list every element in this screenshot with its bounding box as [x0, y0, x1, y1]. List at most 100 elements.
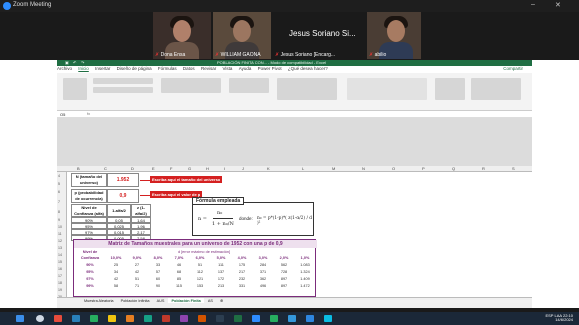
row-number[interactable]: 10 [58, 225, 62, 229]
matrix-cell[interactable]: 121 [190, 276, 210, 283]
folder-icon[interactable] [108, 315, 116, 322]
number-format-group[interactable] [229, 78, 269, 93]
col-header[interactable]: D [131, 166, 134, 171]
matrix-cell[interactable]: 213 [211, 283, 231, 290]
participant-tile[interactable]: ✗ abilio [367, 12, 421, 59]
col-header[interactable]: Q [452, 166, 455, 171]
tab-revisar[interactable]: Revisar [201, 66, 216, 71]
tab-formulas[interactable]: Fórmulas [158, 66, 177, 71]
row-number[interactable]: 9 [58, 218, 60, 222]
col-header[interactable]: I [224, 166, 225, 171]
matrix-cell[interactable]: 1.472 [295, 283, 315, 290]
font-select[interactable] [93, 78, 153, 84]
tab-ayuda[interactable]: Ayuda [239, 66, 252, 71]
styles-group[interactable] [277, 78, 337, 100]
row-number[interactable]: 19 [58, 288, 62, 292]
col-header[interactable]: S [512, 166, 515, 171]
row-number[interactable]: 15 [58, 260, 62, 264]
col-header[interactable]: O [392, 166, 395, 171]
matrix-cell[interactable]: 728 [274, 269, 294, 276]
redo-icon[interactable]: ↷ [81, 60, 84, 65]
matrix-cell[interactable]: 897 [274, 283, 294, 290]
participant-tile[interactable]: Jesus Soriano Si... ✗ Jesus Soriano [Enc… [273, 12, 365, 59]
matrix-cell[interactable]: 90 [148, 283, 168, 290]
tell-me-search[interactable]: ¿Qué desea hacer? [288, 66, 328, 71]
app-icon[interactable] [72, 315, 80, 322]
app-icon[interactable] [180, 315, 188, 322]
app-icon[interactable] [306, 315, 314, 322]
matrix-cell[interactable]: 42 [106, 276, 126, 283]
matrix-cell[interactable]: 362 [253, 276, 273, 283]
alignment-group[interactable] [161, 78, 221, 93]
matrix-cell[interactable]: 68 [169, 269, 189, 276]
matrix-cell[interactable]: 153 [190, 283, 210, 290]
matrix-cell[interactable]: 137 [211, 269, 231, 276]
col-header[interactable]: H [206, 166, 209, 171]
matrix-cell[interactable]: 51 [190, 262, 210, 269]
row-number[interactable]: 13 [58, 246, 62, 250]
matrix-cell[interactable]: 27 [127, 262, 147, 269]
share-button[interactable]: Compartir [503, 66, 523, 71]
participant-tile[interactable]: ✗ WILLIAM GAONA [213, 12, 271, 59]
close-button[interactable]: ✕ [555, 1, 561, 9]
col-header[interactable]: L [302, 166, 304, 171]
app-icon[interactable] [162, 315, 170, 322]
start-icon[interactable] [16, 315, 24, 322]
col-header[interactable]: E [152, 166, 155, 171]
app-icon[interactable] [126, 315, 134, 322]
tab-vista[interactable]: Vista [222, 66, 232, 71]
tab-archivo[interactable]: Archivo [57, 66, 72, 71]
matrix-cell[interactable]: 42 [127, 269, 147, 276]
edge-icon[interactable] [144, 315, 152, 322]
row-number[interactable]: 17 [58, 274, 62, 278]
row-number[interactable]: 6 [58, 190, 60, 194]
matrix-cell[interactable]: 1.324 [295, 269, 315, 276]
matrix-cell[interactable]: 115 [169, 283, 189, 290]
app-icon[interactable] [54, 315, 62, 322]
matrix-cell[interactable]: 112 [190, 269, 210, 276]
matrix-cell[interactable]: 58 [106, 283, 126, 290]
col-header[interactable]: M [332, 166, 335, 171]
matrix-cell[interactable]: 25 [106, 262, 126, 269]
name-box[interactable]: O5 [60, 112, 65, 117]
netflix-icon[interactable] [198, 315, 206, 322]
app-icon[interactable] [90, 315, 98, 322]
matrix-cell[interactable]: 172 [211, 276, 231, 283]
matrix-cell[interactable]: 1.083 [295, 262, 315, 269]
row-number[interactable]: 12 [58, 239, 62, 243]
undo-icon[interactable]: ↶ [73, 60, 76, 65]
universe-input[interactable]: 1.952 [107, 173, 139, 187]
row-number[interactable]: 18 [58, 281, 62, 285]
p-input[interactable]: 0,9 [107, 189, 139, 203]
tab-inicio[interactable]: Inicio [78, 66, 89, 71]
app-icon[interactable] [216, 315, 224, 322]
col-header[interactable]: C [104, 166, 107, 171]
cells-group[interactable] [435, 78, 465, 100]
matrix-cell[interactable]: 496 [253, 283, 273, 290]
tab-diseno[interactable]: Diseño de página [117, 66, 152, 71]
matrix-cell[interactable]: 51 [127, 276, 147, 283]
matrix-cell[interactable]: 34 [106, 269, 126, 276]
participant-tile[interactable]: ✗ Dona Ensa [153, 12, 211, 59]
system-tray[interactable]: ESP LAA 22:10 14/6/2024 [545, 314, 573, 322]
row-number[interactable]: 4 [58, 174, 60, 178]
col-header[interactable]: N [362, 166, 365, 171]
col-header[interactable]: J [242, 166, 244, 171]
row-number[interactable]: 5 [58, 182, 60, 186]
matrix-cell[interactable]: 562 [274, 262, 294, 269]
search-icon[interactable] [36, 315, 44, 322]
matrix-cell[interactable]: 111 [211, 262, 231, 269]
chrome-icon[interactable] [270, 315, 278, 322]
matrix-cell[interactable]: 60 [148, 276, 168, 283]
editing-group[interactable] [471, 78, 521, 100]
clock-date[interactable]: 14/6/2024 [555, 317, 573, 322]
row-number[interactable]: 14 [58, 253, 62, 257]
row-number[interactable]: 11 [58, 232, 62, 236]
matrix-cell[interactable]: 897 [274, 276, 294, 283]
col-header[interactable]: G [188, 166, 191, 171]
matrix-cell[interactable]: 57 [148, 269, 168, 276]
matrix-cell[interactable]: 371 [253, 269, 273, 276]
app-icon[interactable] [324, 315, 332, 322]
matrix-cell[interactable]: 33 [148, 262, 168, 269]
matrix-cell[interactable]: 1.409 [295, 276, 315, 283]
